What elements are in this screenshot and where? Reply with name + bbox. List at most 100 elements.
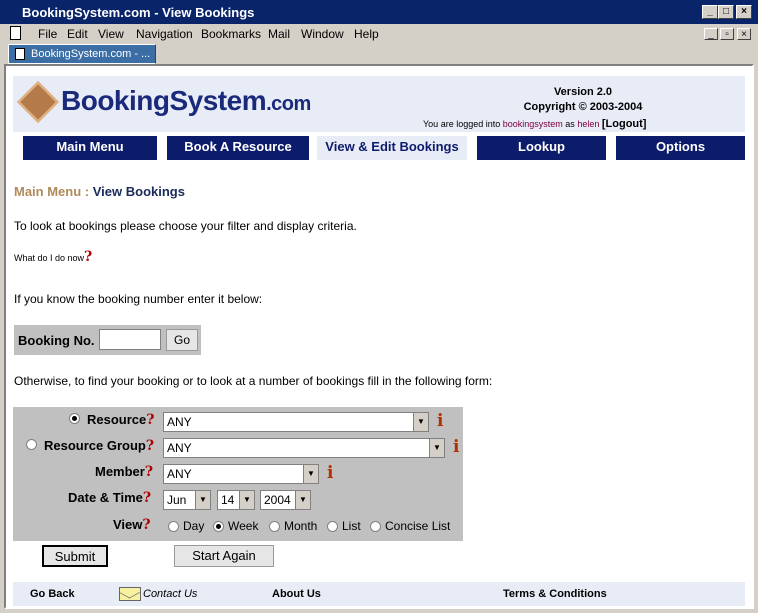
version-label: Version 2.0 — [553, 86, 613, 98]
view-day-label: Day — [183, 519, 205, 533]
booking-number-box: Booking No. Go — [14, 325, 201, 355]
view-day-radio[interactable] — [168, 521, 179, 532]
view-concise-list-label: Concise List — [385, 519, 451, 533]
view-week-label: Week — [228, 519, 259, 533]
menu-bookmarks[interactable]: Bookmarks — [201, 27, 261, 41]
login-user: helen — [577, 119, 600, 129]
menu-navigation[interactable]: Navigation — [136, 27, 193, 41]
mdi-minimize-icon[interactable]: _ — [704, 28, 718, 40]
resource-group-label: Resource Group? — [44, 438, 155, 454]
question-mark-icon[interactable]: ? — [145, 464, 153, 480]
resource-group-radio[interactable] — [26, 439, 37, 450]
login-status: You are logged into bookingsystem as hel… — [423, 118, 646, 130]
logo-icon — [17, 81, 59, 123]
document-icon — [15, 48, 25, 60]
member-select[interactable]: ANY ▼ — [163, 464, 319, 484]
info-icon[interactable]: i — [453, 438, 465, 456]
dropdown-arrow-icon: ▼ — [429, 439, 444, 457]
view-month-radio[interactable] — [269, 521, 280, 532]
nav-book-resource[interactable]: Book A Resource — [167, 136, 309, 160]
mdi-close-icon[interactable]: × — [737, 28, 751, 40]
footer: Go Back Contact Us About Us Terms & Cond… — [13, 582, 745, 606]
view-label: View? — [113, 517, 151, 533]
logout-link[interactable]: [Logout] — [602, 118, 647, 130]
resource-label: Resource? — [87, 412, 155, 428]
question-mark-icon[interactable]: ? — [143, 490, 151, 506]
envelope-icon[interactable] — [119, 587, 141, 601]
minimize-icon[interactable]: _ — [702, 5, 718, 19]
resource-select[interactable]: ANY ▼ — [163, 412, 429, 432]
dropdown-arrow-icon: ▼ — [413, 413, 428, 431]
logo-suffix: .com — [266, 93, 311, 115]
info-icon[interactable]: i — [437, 412, 449, 430]
window-titlebar: BookingSystem.com - View Bookings _ □ × — [0, 0, 758, 24]
login-as: as — [565, 119, 575, 129]
nav-lookup[interactable]: Lookup — [477, 136, 606, 160]
info-icon[interactable]: i — [327, 464, 339, 482]
nav-main-menu[interactable]: Main Menu — [23, 136, 157, 160]
mdi-restore-icon[interactable]: ▫ — [720, 28, 734, 40]
go-button[interactable]: Go — [166, 329, 198, 351]
dropdown-arrow-icon: ▼ — [303, 465, 318, 483]
browser-tab[interactable]: BookingSystem.com - ... — [8, 44, 156, 64]
logo-main: BookingSystem — [61, 85, 267, 116]
dropdown-arrow-icon: ▼ — [239, 491, 254, 509]
site-header: BookingSystem.com Version 2.0 Copyright … — [13, 76, 745, 132]
booking-number-label: Booking No. — [18, 333, 95, 348]
filter-form: Resource? ANY ▼ i Resource Group? ANY ▼ i … — [13, 407, 463, 541]
menu-view[interactable]: View — [98, 27, 124, 41]
day-select[interactable]: 14 ▼ — [217, 490, 255, 510]
browser-tab-label: BookingSystem.com - ... — [31, 48, 151, 60]
login-site: bookingsystem — [502, 119, 563, 129]
tab-strip: BookingSystem.com - ... — [0, 44, 758, 64]
intro-text: To look at bookings please choose your f… — [14, 219, 357, 233]
menu-file[interactable]: File — [38, 27, 57, 41]
view-list-label: List — [342, 519, 361, 533]
document-icon — [10, 26, 21, 40]
view-month-label: Month — [284, 519, 318, 533]
month-select[interactable]: Jun ▼ — [163, 490, 211, 510]
about-us-link[interactable]: About Us — [272, 588, 321, 600]
help-text: What do I do now — [14, 253, 85, 263]
breadcrumb: Main Menu : View Bookings — [14, 184, 185, 199]
resource-radio[interactable] — [69, 413, 80, 424]
help-link[interactable]: What do I do now? — [14, 249, 92, 265]
view-concise-list-radio[interactable] — [370, 521, 381, 532]
question-mark-icon[interactable]: ? — [146, 438, 154, 454]
dropdown-arrow-icon: ▼ — [195, 491, 210, 509]
terms-link[interactable]: Terms & Conditions — [503, 588, 607, 600]
view-list-radio[interactable] — [327, 521, 338, 532]
dropdown-arrow-icon: ▼ — [295, 491, 310, 509]
view-week-radio[interactable] — [213, 521, 224, 532]
year-select[interactable]: 2004 ▼ — [260, 490, 311, 510]
menu-mail[interactable]: Mail — [268, 27, 290, 41]
page-content: BookingSystem.com Version 2.0 Copyright … — [4, 64, 754, 609]
close-icon[interactable]: × — [736, 5, 752, 19]
question-mark-icon: ? — [84, 249, 93, 265]
go-back-link[interactable]: Go Back — [30, 588, 75, 600]
submit-button[interactable]: Submit — [42, 545, 108, 567]
start-again-button[interactable]: Start Again — [174, 545, 274, 567]
datetime-label: Date & Time? — [68, 490, 152, 506]
menubar: File Edit View Navigation Bookmarks Mail… — [0, 24, 758, 44]
resource-group-select[interactable]: ANY ▼ — [163, 438, 445, 458]
menu-edit[interactable]: Edit — [67, 27, 88, 41]
otherwise-text: Otherwise, to find your booking or to lo… — [14, 374, 493, 388]
menu-help[interactable]: Help — [354, 27, 379, 41]
nav-options[interactable]: Options — [616, 136, 745, 160]
contact-us-link[interactable]: Contact Us — [143, 588, 197, 600]
login-prefix: You are logged into — [423, 119, 501, 129]
maximize-icon[interactable]: □ — [718, 5, 734, 19]
menu-window[interactable]: Window — [301, 27, 344, 41]
question-mark-icon[interactable]: ? — [142, 517, 150, 533]
site-logo[interactable]: BookingSystem.com — [61, 85, 311, 117]
member-label: Member? — [95, 464, 154, 480]
window-title: BookingSystem.com - View Bookings — [22, 5, 255, 20]
know-number-text: If you know the booking number enter it … — [14, 292, 263, 306]
breadcrumb-current: View Bookings — [92, 184, 185, 199]
breadcrumb-parent[interactable]: Main Menu : — [14, 184, 89, 199]
booking-number-input[interactable] — [99, 329, 161, 350]
nav-view-edit-bookings[interactable]: View & Edit Bookings — [317, 136, 467, 160]
question-mark-icon[interactable]: ? — [146, 412, 154, 428]
copyright-label: Copyright © 2003-2004 — [523, 101, 643, 113]
